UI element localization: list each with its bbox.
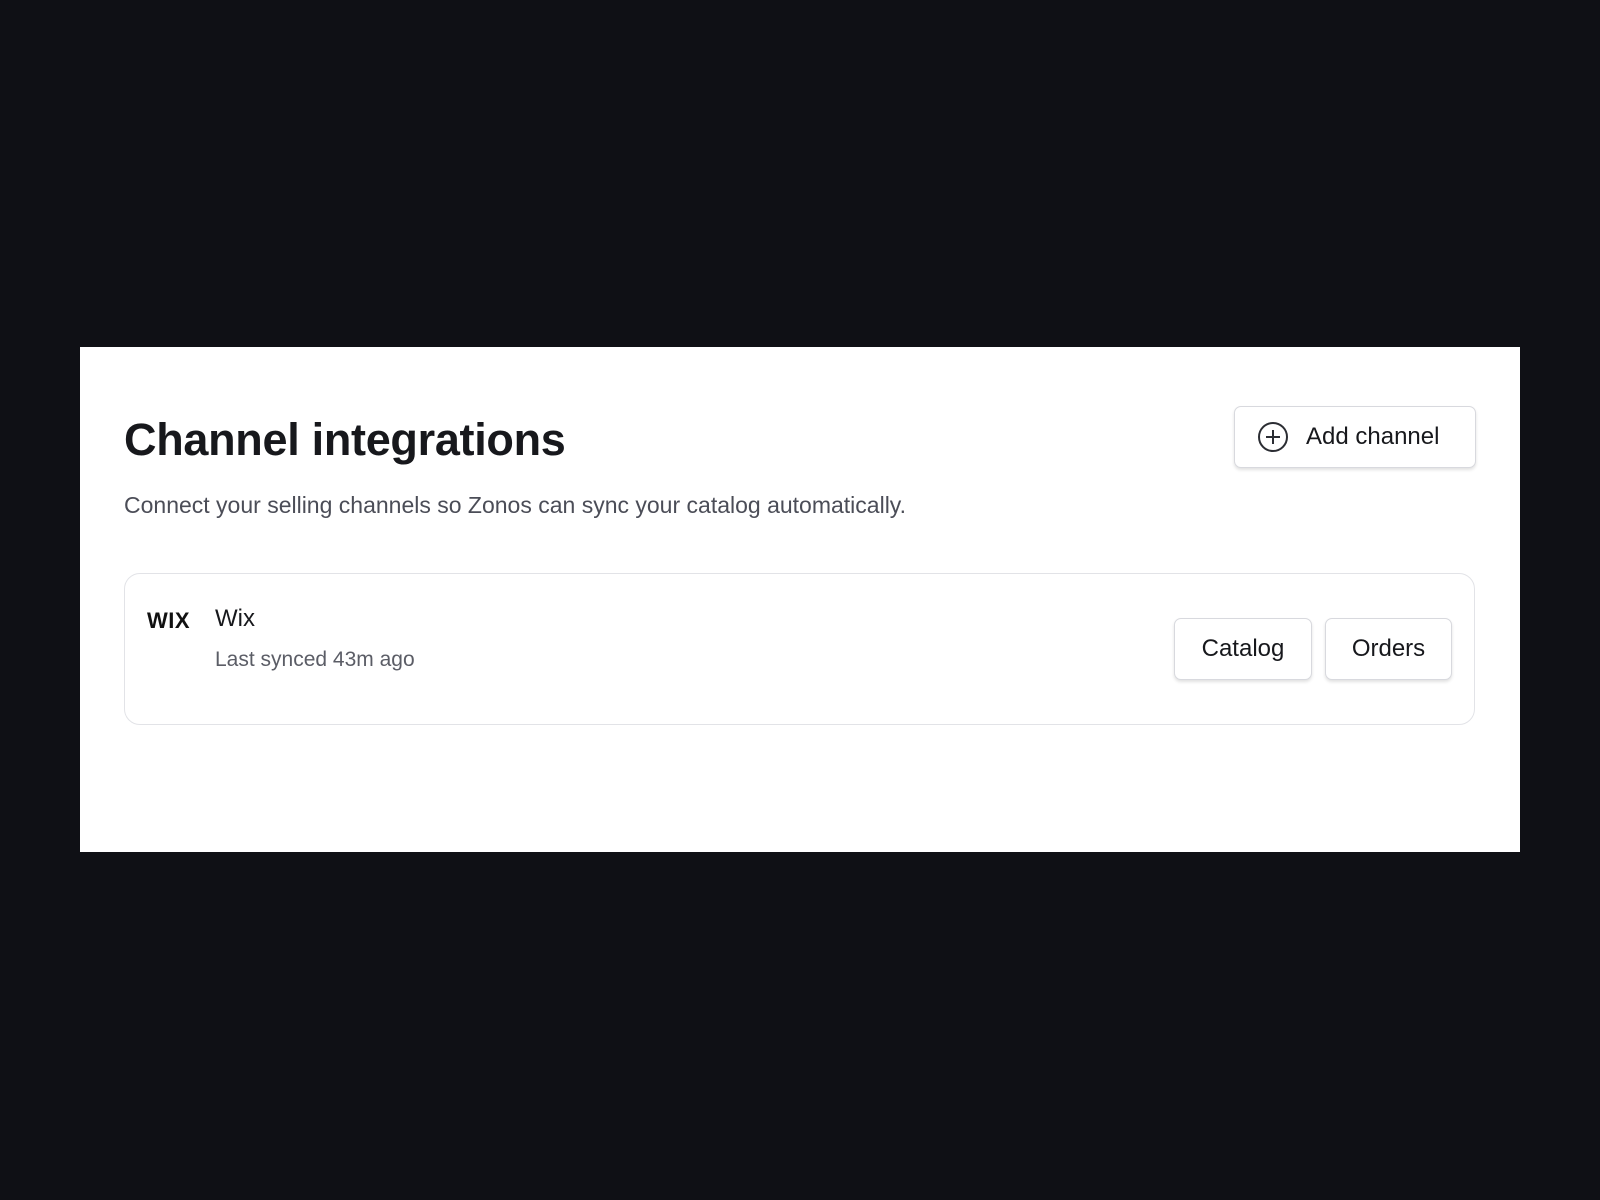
- orders-button[interactable]: Orders: [1325, 618, 1452, 680]
- page-subtitle: Connect your selling channels so Zonos c…: [124, 492, 906, 518]
- wix-logo: WIX: [147, 608, 191, 633]
- channel-card-wix: WIX Wix Last synced 43m ago Catalog Orde…: [124, 573, 1475, 725]
- channel-actions: Catalog Orders: [1174, 618, 1452, 680]
- page-title: Channel integrations: [124, 414, 566, 465]
- channel-sync-status: Last synced 43m ago: [215, 648, 415, 671]
- catalog-button[interactable]: Catalog: [1174, 618, 1312, 680]
- channel-name: Wix: [215, 605, 255, 632]
- add-channel-label: Add channel: [1306, 423, 1440, 450]
- plus-circle-icon: [1257, 421, 1289, 453]
- add-channel-button[interactable]: Add channel: [1234, 406, 1476, 468]
- channel-integrations-panel: Channel integrations Connect your sellin…: [80, 347, 1520, 852]
